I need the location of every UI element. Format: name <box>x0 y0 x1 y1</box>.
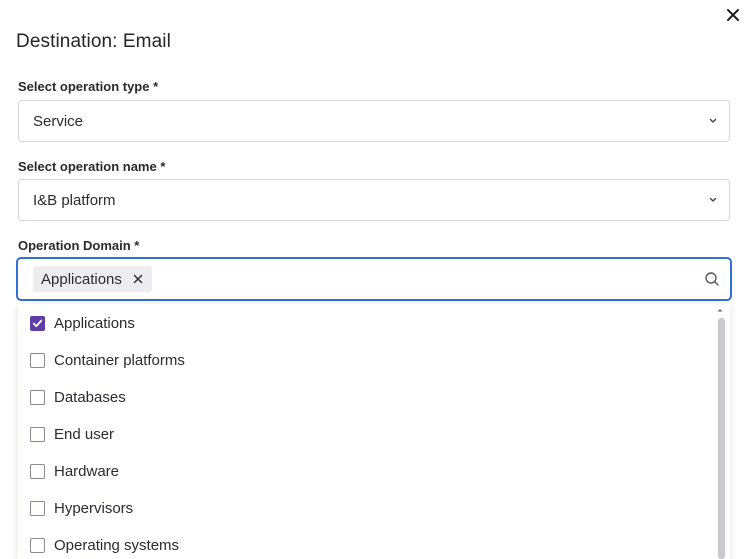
operation-domain-label: Operation Domain * <box>18 238 140 253</box>
option-hypervisors[interactable]: Hypervisors <box>18 490 718 527</box>
checkbox[interactable] <box>30 390 45 405</box>
close-icon <box>727 9 739 21</box>
selected-chip-applications: Applications <box>33 266 152 292</box>
option-label: Hardware <box>54 463 120 480</box>
option-databases[interactable]: Databases <box>18 379 718 416</box>
remove-chip-icon[interactable] <box>132 273 144 285</box>
check-icon <box>32 319 43 327</box>
dialog-title: Destination: Email <box>16 31 171 52</box>
chip-label: Applications <box>41 270 122 288</box>
checkbox[interactable] <box>30 427 45 442</box>
chevron-down-icon <box>709 118 717 123</box>
close-button[interactable] <box>723 5 743 25</box>
operation-type-label: Select operation type * <box>18 79 159 94</box>
checkbox-checked[interactable] <box>30 316 45 331</box>
operation-name-value: I&B platform <box>33 191 116 209</box>
search-icon[interactable] <box>704 271 720 287</box>
option-label: End user <box>54 426 115 443</box>
chevron-down-icon <box>709 197 717 202</box>
operation-domain-options-list: Applications Container platforms Databas… <box>18 304 730 559</box>
scroll-up-arrow-icon[interactable] <box>716 306 724 314</box>
option-operating-systems[interactable]: Operating systems <box>18 527 718 559</box>
option-applications[interactable]: Applications <box>18 305 718 342</box>
option-container-platforms[interactable]: Container platforms <box>18 342 718 379</box>
dropdown-scrollbar-thumb[interactable] <box>718 318 725 559</box>
operation-type-select[interactable]: Service <box>18 100 730 142</box>
option-label: Databases <box>54 389 126 406</box>
option-label: Container platforms <box>54 352 185 369</box>
option-label: Applications <box>54 315 135 332</box>
checkbox[interactable] <box>30 501 45 516</box>
checkbox[interactable] <box>30 538 45 553</box>
option-label: Operating systems <box>54 537 180 554</box>
checkbox[interactable] <box>30 353 45 368</box>
checkbox[interactable] <box>30 464 45 479</box>
operation-name-select[interactable]: I&B platform <box>18 179 730 221</box>
operation-name-label: Select operation name * <box>18 159 166 174</box>
option-label: Hypervisors <box>54 500 134 517</box>
option-end-user[interactable]: End user <box>18 416 718 453</box>
option-hardware[interactable]: Hardware <box>18 453 718 490</box>
operation-domain-multiselect[interactable]: Applications <box>16 257 732 301</box>
operation-type-value: Service <box>33 112 84 130</box>
destination-email-dialog: Destination: Email Select operation type… <box>0 0 747 559</box>
